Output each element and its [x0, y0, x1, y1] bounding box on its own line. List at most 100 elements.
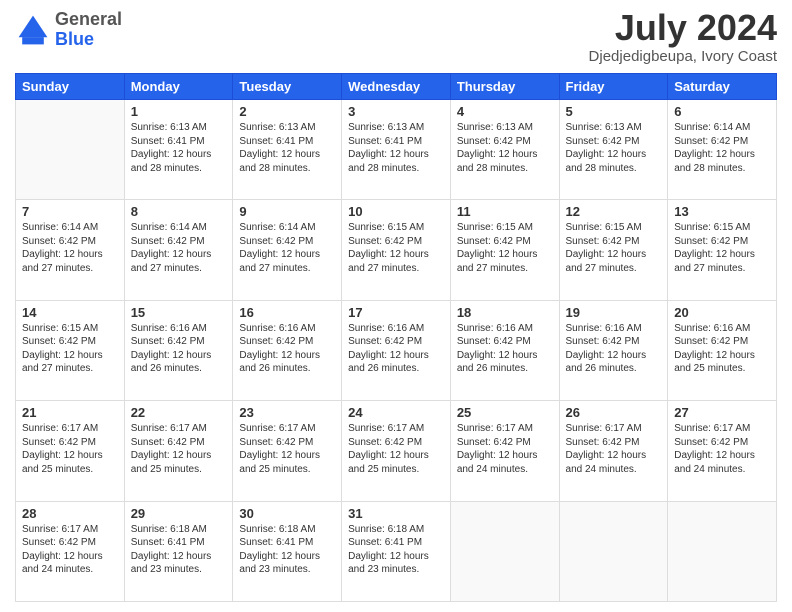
calendar-week-1: 1Sunrise: 6:13 AM Sunset: 6:41 PM Daylig…: [16, 100, 777, 200]
day-number: 17: [348, 305, 444, 320]
day-number: 30: [239, 506, 335, 521]
day-number: 13: [674, 204, 770, 219]
cell-info: Sunrise: 6:16 AM Sunset: 6:42 PM Dayligh…: [457, 322, 553, 376]
calendar-body: 1Sunrise: 6:13 AM Sunset: 6:41 PM Daylig…: [16, 100, 777, 602]
day-number: 14: [22, 305, 118, 320]
calendar-cell: 3 Sunrise: 6:13 AM Sunset: 6:41 PM Daylig…: [342, 100, 451, 200]
col-friday: Friday: [559, 74, 668, 100]
calendar-header: Sunday Monday Tuesday Wednesday Thursday…: [16, 74, 777, 100]
cell-info: Sunrise: 6:17 AM Sunset: 6:42 PM Dayligh…: [674, 422, 770, 476]
logo: General Blue: [15, 10, 122, 50]
page: General Blue July 2024 Djedjedigbeupa, I…: [0, 0, 792, 612]
cell-info: Sunrise: 6:13 AM Sunset: 6:41 PM Dayligh…: [348, 121, 444, 175]
calendar-cell: 9Sunrise: 6:14 AM Sunset: 6:42 PM Daylig…: [233, 200, 342, 300]
cell-info: Sunrise: 6:16 AM Sunset: 6:42 PM Dayligh…: [131, 322, 227, 376]
calendar-cell: 30 Sunrise: 6:18 AM Sunset: 6:41 PM Dayli…: [233, 501, 342, 601]
logo-text: General Blue: [55, 10, 122, 50]
cell-info: Sunrise: 6:14 AM Sunset: 6:42 PM Dayligh…: [674, 121, 770, 175]
day-number: 15: [131, 305, 227, 320]
cell-info: Sunrise: 6:13 AM Sunset: 6:42 PM Dayligh…: [566, 121, 662, 175]
day-number: 25: [457, 405, 553, 420]
cell-info: Sunrise: 6:16 AM Sunset: 6:42 PM Dayligh…: [239, 322, 335, 376]
day-number: 10: [348, 204, 444, 219]
day-number: 6: [674, 104, 770, 119]
calendar-cell: 31 Sunrise: 6:18 AM Sunset: 6:41 PM Dayli…: [342, 501, 451, 601]
calendar-cell: 1Sunrise: 6:13 AM Sunset: 6:41 PM Daylig…: [124, 100, 233, 200]
day-number: 18: [457, 305, 553, 320]
logo-general: General: [55, 9, 122, 29]
calendar-week-4: 21 Sunrise: 6:17 AM Sunset: 6:42 PM Dayli…: [16, 401, 777, 501]
day-number: 21: [22, 405, 118, 420]
calendar-cell: 26Sunrise: 6:17 AM Sunset: 6:42 PM Dayli…: [559, 401, 668, 501]
header: General Blue July 2024 Djedjedigbeupa, I…: [15, 10, 777, 65]
day-number: 5: [566, 104, 662, 119]
col-monday: Monday: [124, 74, 233, 100]
title-block: July 2024 Djedjedigbeupa, Ivory Coast: [589, 10, 777, 65]
cell-info: Sunrise: 6:14 AM Sunset: 6:42 PM Dayligh…: [239, 221, 335, 275]
calendar-cell: 29Sunrise: 6:18 AM Sunset: 6:41 PM Dayli…: [124, 501, 233, 601]
day-number: 19: [566, 305, 662, 320]
cell-info: Sunrise: 6:15 AM Sunset: 6:42 PM Dayligh…: [457, 221, 553, 275]
cell-info: Sunrise: 6:17 AM Sunset: 6:42 PM Dayligh…: [131, 422, 227, 476]
calendar-cell: 15 Sunrise: 6:16 AM Sunset: 6:42 PM Dayli…: [124, 300, 233, 400]
calendar-cell: 24 Sunrise: 6:17 AM Sunset: 6:42 PM Dayli…: [342, 401, 451, 501]
cell-info: Sunrise: 6:15 AM Sunset: 6:42 PM Dayligh…: [674, 221, 770, 275]
day-number: 28: [22, 506, 118, 521]
day-number: 31: [348, 506, 444, 521]
calendar-cell: [668, 501, 777, 601]
col-saturday: Saturday: [668, 74, 777, 100]
cell-info: Sunrise: 6:17 AM Sunset: 6:42 PM Dayligh…: [22, 523, 118, 577]
calendar-week-3: 14 Sunrise: 6:15 AM Sunset: 6:42 PM Dayli…: [16, 300, 777, 400]
cell-info: Sunrise: 6:13 AM Sunset: 6:41 PM Dayligh…: [239, 121, 335, 175]
day-number: 16: [239, 305, 335, 320]
cell-info: Sunrise: 6:17 AM Sunset: 6:42 PM Dayligh…: [457, 422, 553, 476]
calendar-cell: 8Sunrise: 6:14 AM Sunset: 6:42 PM Daylig…: [124, 200, 233, 300]
cell-info: Sunrise: 6:14 AM Sunset: 6:42 PM Dayligh…: [22, 221, 118, 275]
cell-info: Sunrise: 6:15 AM Sunset: 6:42 PM Dayligh…: [348, 221, 444, 275]
calendar-cell: 13 Sunrise: 6:15 AM Sunset: 6:42 PM Dayli…: [668, 200, 777, 300]
calendar-cell: [559, 501, 668, 601]
cell-info: Sunrise: 6:17 AM Sunset: 6:42 PM Dayligh…: [566, 422, 662, 476]
calendar-cell: 6 Sunrise: 6:14 AM Sunset: 6:42 PM Daylig…: [668, 100, 777, 200]
cell-info: Sunrise: 6:18 AM Sunset: 6:41 PM Dayligh…: [239, 523, 335, 577]
logo-blue: Blue: [55, 29, 94, 49]
cell-info: Sunrise: 6:13 AM Sunset: 6:42 PM Dayligh…: [457, 121, 553, 175]
cell-info: Sunrise: 6:17 AM Sunset: 6:42 PM Dayligh…: [22, 422, 118, 476]
calendar-cell: 22 Sunrise: 6:17 AM Sunset: 6:42 PM Dayli…: [124, 401, 233, 501]
calendar-cell: 11 Sunrise: 6:15 AM Sunset: 6:42 PM Dayli…: [450, 200, 559, 300]
cell-info: Sunrise: 6:17 AM Sunset: 6:42 PM Dayligh…: [348, 422, 444, 476]
month-year: July 2024: [589, 10, 777, 46]
calendar-cell: 7Sunrise: 6:14 AM Sunset: 6:42 PM Daylig…: [16, 200, 125, 300]
calendar-cell: 12 Sunrise: 6:15 AM Sunset: 6:42 PM Dayli…: [559, 200, 668, 300]
day-number: 22: [131, 405, 227, 420]
day-number: 23: [239, 405, 335, 420]
col-sunday: Sunday: [16, 74, 125, 100]
day-number: 2: [239, 104, 335, 119]
calendar-cell: [16, 100, 125, 200]
cell-info: Sunrise: 6:18 AM Sunset: 6:41 PM Dayligh…: [348, 523, 444, 577]
cell-info: Sunrise: 6:15 AM Sunset: 6:42 PM Dayligh…: [566, 221, 662, 275]
day-number: 20: [674, 305, 770, 320]
cell-info: Sunrise: 6:18 AM Sunset: 6:41 PM Dayligh…: [131, 523, 227, 577]
col-wednesday: Wednesday: [342, 74, 451, 100]
calendar: Sunday Monday Tuesday Wednesday Thursday…: [15, 73, 777, 602]
col-thursday: Thursday: [450, 74, 559, 100]
calendar-cell: 28 Sunrise: 6:17 AM Sunset: 6:42 PM Dayli…: [16, 501, 125, 601]
cell-info: Sunrise: 6:15 AM Sunset: 6:42 PM Dayligh…: [22, 322, 118, 376]
cell-info: Sunrise: 6:16 AM Sunset: 6:42 PM Dayligh…: [348, 322, 444, 376]
calendar-cell: 16 Sunrise: 6:16 AM Sunset: 6:42 PM Dayli…: [233, 300, 342, 400]
calendar-cell: 27Sunrise: 6:17 AM Sunset: 6:42 PM Dayli…: [668, 401, 777, 501]
calendar-cell: 17 Sunrise: 6:16 AM Sunset: 6:42 PM Dayli…: [342, 300, 451, 400]
calendar-cell: 10 Sunrise: 6:15 AM Sunset: 6:42 PM Dayli…: [342, 200, 451, 300]
location: Djedjedigbeupa, Ivory Coast: [589, 48, 777, 65]
calendar-cell: 20Sunrise: 6:16 AM Sunset: 6:42 PM Dayli…: [668, 300, 777, 400]
calendar-cell: [450, 501, 559, 601]
day-number: 11: [457, 204, 553, 219]
day-number: 3: [348, 104, 444, 119]
day-number: 24: [348, 405, 444, 420]
col-tuesday: Tuesday: [233, 74, 342, 100]
days-row: Sunday Monday Tuesday Wednesday Thursday…: [16, 74, 777, 100]
day-number: 12: [566, 204, 662, 219]
calendar-week-2: 7Sunrise: 6:14 AM Sunset: 6:42 PM Daylig…: [16, 200, 777, 300]
calendar-cell: 14 Sunrise: 6:15 AM Sunset: 6:42 PM Dayli…: [16, 300, 125, 400]
